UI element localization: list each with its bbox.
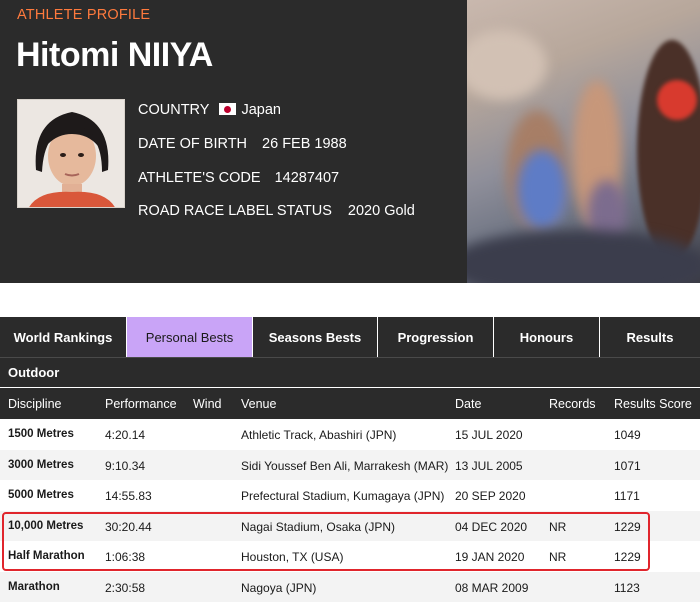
table-row[interactable]: 1500 Metres 4:20.14 Athletic Track, Abas… bbox=[0, 419, 700, 450]
athlete-code-row: ATHLETE'S CODE 14287407 bbox=[138, 170, 339, 186]
table-row[interactable]: 10,000 Metres 30:20.44 Nagai Stadium, Os… bbox=[0, 510, 700, 541]
cell-records: NR bbox=[549, 550, 567, 564]
profile-tabs: World Rankings Personal Bests Seasons Be… bbox=[0, 317, 700, 357]
table-row[interactable]: 3000 Metres 9:10.34 Sidi Youssef Ben Ali… bbox=[0, 449, 700, 480]
cell-performance: 1:06:38 bbox=[105, 550, 146, 564]
cell-performance: 14:55.83 bbox=[105, 489, 152, 503]
cell-performance: 4:20.14 bbox=[105, 428, 146, 442]
cell-date: 13 JUL 2005 bbox=[455, 458, 523, 473]
cell-venue: Houston, TX (USA) bbox=[241, 550, 344, 564]
cell-venue: Nagai Stadium, Osaka (JPN) bbox=[241, 519, 396, 534]
tab-results[interactable]: Results bbox=[600, 317, 700, 357]
dob-row: DATE OF BIRTH 26 FEB 1988 bbox=[138, 136, 347, 152]
cell-score: 1071 bbox=[614, 458, 641, 473]
cell-date: 20 SEP 2020 bbox=[455, 489, 526, 503]
cell-discipline: 3000 Metres bbox=[8, 458, 74, 471]
country-value: Japan bbox=[241, 102, 281, 118]
tab-progression[interactable]: Progression bbox=[378, 317, 494, 357]
athlete-name: Hitomi NIIYA bbox=[16, 36, 213, 74]
cell-performance: 9:10.34 bbox=[105, 458, 146, 473]
cell-venue: Sidi Youssef Ben Ali, Marrakesh (MAR) bbox=[241, 458, 449, 473]
col-records: Records bbox=[549, 397, 596, 411]
label-status-value: 2020 Gold bbox=[347, 203, 415, 219]
table-row[interactable]: 5000 Metres 14:55.83 Prefectural Stadium… bbox=[0, 480, 700, 511]
table-header: Discipline Performance Wind Venue Date R… bbox=[0, 387, 700, 419]
country-row: COUNTRY Japan bbox=[138, 102, 281, 118]
athlete-code-value: 14287407 bbox=[274, 170, 340, 186]
table-row[interactable]: Marathon 2:30:58 Nagoya (JPN) 08 MAR 200… bbox=[0, 571, 700, 602]
athlete-profile-header: ATHLETE PROFILE Hitomi NIIYA COUNTRY Japa… bbox=[0, 0, 700, 283]
col-date: Date bbox=[455, 397, 482, 411]
cell-discipline: 1500 Metres bbox=[8, 428, 74, 440]
tab-honours[interactable]: Honours bbox=[494, 317, 600, 357]
cell-discipline: Half Marathon bbox=[8, 550, 85, 562]
cell-discipline: 5000 Metres bbox=[8, 489, 74, 501]
cell-date: 19 JAN 2020 bbox=[455, 550, 525, 564]
cell-venue: Nagoya (JPN) bbox=[241, 580, 317, 595]
cell-records: NR bbox=[549, 519, 567, 534]
hero-photo bbox=[467, 0, 700, 283]
section-title: Outdoor bbox=[0, 357, 700, 387]
dob-label: DATE OF BIRTH bbox=[138, 136, 248, 152]
cell-performance: 30:20.44 bbox=[105, 519, 152, 534]
cell-date: 04 DEC 2020 bbox=[455, 519, 528, 534]
athlete-portrait bbox=[17, 99, 125, 208]
profile-eyebrow: ATHLETE PROFILE bbox=[17, 7, 151, 23]
cell-score: 1171 bbox=[614, 489, 640, 503]
tab-seasons-bests[interactable]: Seasons Bests bbox=[253, 317, 378, 357]
dob-value: 26 FEB 1988 bbox=[262, 136, 347, 152]
cell-score: 1229 bbox=[614, 519, 641, 534]
col-results-score: Results Score bbox=[614, 397, 692, 411]
cell-discipline: Marathon bbox=[8, 580, 60, 593]
japan-flag-icon bbox=[219, 103, 237, 115]
tab-world-rankings[interactable]: World Rankings bbox=[0, 317, 127, 357]
athlete-code-label: ATHLETE'S CODE bbox=[138, 170, 261, 186]
cell-venue: Athletic Track, Abashiri (JPN) bbox=[241, 428, 397, 442]
portrait-image bbox=[18, 100, 124, 207]
cell-performance: 2:30:58 bbox=[105, 580, 146, 595]
cell-venue: Prefectural Stadium, Kumagaya (JPN) bbox=[241, 489, 445, 503]
country-label: COUNTRY bbox=[138, 102, 210, 118]
label-status-row: ROAD RACE LABEL STATUS 2020 Gold bbox=[138, 203, 415, 219]
cell-score: 1229 bbox=[614, 550, 641, 564]
table-row[interactable]: Half Marathon 1:06:38 Houston, TX (USA) … bbox=[0, 541, 700, 572]
cell-date: 15 JUL 2020 bbox=[455, 428, 523, 442]
cell-score: 1049 bbox=[614, 428, 641, 442]
label-status-label: ROAD RACE LABEL STATUS bbox=[138, 203, 332, 219]
cell-score: 1123 bbox=[614, 580, 640, 595]
col-venue: Venue bbox=[241, 397, 277, 411]
col-wind: Wind bbox=[193, 397, 222, 411]
tab-personal-bests[interactable]: Personal Bests bbox=[127, 317, 253, 357]
cell-date: 08 MAR 2009 bbox=[455, 580, 529, 595]
cell-discipline: 10,000 Metres bbox=[8, 519, 84, 532]
col-discipline: Discipline bbox=[8, 397, 62, 411]
col-performance: Performance bbox=[105, 397, 177, 411]
